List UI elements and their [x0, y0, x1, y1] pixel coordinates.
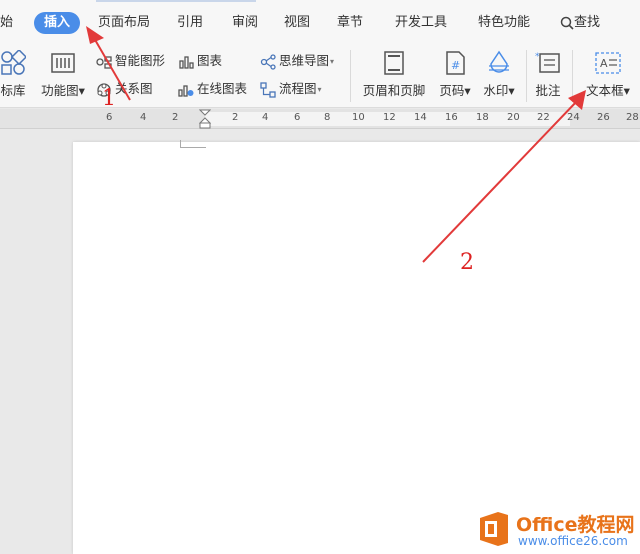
site-watermark-logo: Office教程网 www.office26.com [474, 504, 640, 554]
search-label: 查找 [574, 15, 601, 30]
menu-underline [96, 0, 256, 2]
page-number-icon: # [446, 51, 465, 75]
mind-map-label: 思维导图 [279, 53, 330, 68]
chevron-down-icon: ▾ [330, 57, 335, 66]
text-box-icon: A [595, 52, 621, 74]
mind-map-button[interactable]: 思维导图▾ [260, 50, 334, 70]
menu-search[interactable]: 查找 [560, 12, 600, 34]
ruler-tick-label: 2 [172, 112, 179, 123]
ribbon: 标库 功能图▾ 智能图形 关系图 图表 在线图表 思维导图▾ 流程图▾ 页眉和页… [0, 44, 640, 108]
icon-library-button[interactable]: 标库 [0, 50, 30, 99]
ribbon-divider [350, 50, 351, 102]
text-box-label: 文本框 [586, 83, 624, 98]
ruler-tick-label: 2 [232, 112, 239, 123]
menu-start[interactable]: 始 [0, 12, 13, 34]
ruler-tick-label: 6 [106, 112, 113, 123]
header-footer-label: 页眉和页脚 [362, 83, 426, 98]
horizontal-ruler[interactable]: 6 4 2 2 4 6 8 10 12 14 16 18 20 22 24 26… [0, 109, 640, 129]
comment-button[interactable]: * 批注 [532, 50, 564, 99]
watermark-url: www.office26.com [518, 534, 628, 548]
watermark-button[interactable]: 水印▾ [480, 50, 518, 99]
ruler-tick-label: 8 [324, 112, 331, 123]
ruler-tick-label: 28 [626, 112, 639, 123]
document-page[interactable] [73, 142, 640, 554]
chevron-down-icon: ▾ [464, 83, 471, 98]
text-box-button[interactable]: A 文本框▾ [580, 50, 636, 99]
bar-chart-icon [179, 55, 194, 69]
watermark-icon [489, 50, 509, 73]
ruler-tick-label: 18 [476, 112, 489, 123]
watermark-label: 水印 [483, 83, 509, 98]
ruler-tick-label: 26 [597, 112, 610, 123]
menu-features[interactable]: 特色功能 [478, 12, 530, 34]
feature-chart-button[interactable]: 功能图▾ [38, 50, 88, 99]
annotation-step-1: 1 [102, 86, 116, 111]
feature-chart-label: 功能图 [41, 83, 79, 98]
online-chart-button[interactable]: 在线图表 [178, 78, 247, 98]
ruler-tick-label: 24 [567, 112, 580, 123]
shapes-icon [1, 50, 26, 75]
margin-corner-mark [180, 140, 206, 148]
chart-button[interactable]: 图表 [178, 50, 222, 70]
chevron-down-icon: ▾ [508, 83, 515, 98]
ribbon-divider [526, 50, 527, 102]
ruler-indent-marker[interactable] [199, 109, 211, 129]
menu-view[interactable]: 视图 [284, 12, 310, 34]
chart-label: 图表 [197, 53, 223, 68]
page-number-button[interactable]: # 页码▾ [436, 50, 474, 99]
online-chart-icon [178, 84, 194, 97]
ruler-tick-label: 10 [352, 112, 365, 123]
ribbon-divider [572, 50, 573, 102]
chevron-down-icon: ▾ [317, 85, 322, 94]
ruler-tick-label: 22 [537, 112, 550, 123]
ruler-tick-label: 20 [507, 112, 520, 123]
menu-page-layout[interactable]: 页面布局 [98, 12, 150, 34]
svg-text:*: * [535, 52, 540, 62]
ruler-tick-label: 4 [262, 112, 269, 123]
menu-developer[interactable]: 开发工具 [395, 12, 447, 34]
header-footer-icon [384, 51, 404, 75]
ruler-tick-label: 14 [414, 112, 427, 123]
annotation-step-2: 2 [460, 250, 474, 275]
relation-chart-label: 关系图 [115, 81, 153, 96]
mind-map-icon [260, 53, 276, 70]
chevron-down-icon: ▾ [623, 83, 630, 98]
menu-insert[interactable]: 插入 [34, 12, 81, 34]
svg-text:A: A [600, 57, 608, 70]
ruler-tick-label: 12 [383, 112, 396, 123]
ruler-tick-label: 16 [445, 112, 458, 123]
comment-icon: * [535, 52, 560, 73]
flow-chart-button[interactable]: 流程图▾ [260, 78, 322, 98]
comment-label: 批注 [535, 83, 561, 98]
page-number-label: 页码 [439, 83, 465, 98]
smart-art-icon [96, 55, 112, 69]
online-chart-label: 在线图表 [197, 81, 248, 96]
chevron-down-icon: ▾ [78, 83, 85, 98]
menu-references[interactable]: 引用 [177, 12, 203, 34]
svg-text:#: # [451, 59, 460, 72]
search-icon [560, 16, 574, 30]
icon-library-label: 标库 [0, 83, 26, 98]
ruler-tick-label: 4 [140, 112, 147, 123]
ruler-tick-label: 6 [294, 112, 301, 123]
menu-bar: 始 插入 页面布局 引用 审阅 视图 章节 开发工具 特色功能 查找 [0, 0, 640, 44]
header-footer-button[interactable]: 页眉和页脚 [358, 50, 430, 99]
flow-chart-icon [260, 81, 276, 98]
menu-section[interactable]: 章节 [337, 12, 363, 34]
smart-art-button[interactable]: 智能图形 [96, 50, 165, 70]
menu-review[interactable]: 审阅 [232, 12, 258, 34]
office-logo-icon [480, 512, 508, 546]
flow-chart-label: 流程图 [279, 81, 317, 96]
smart-art-label: 智能图形 [115, 53, 166, 68]
watermark-brand: Office教程网 [516, 514, 635, 536]
barcode-icon [51, 53, 75, 73]
